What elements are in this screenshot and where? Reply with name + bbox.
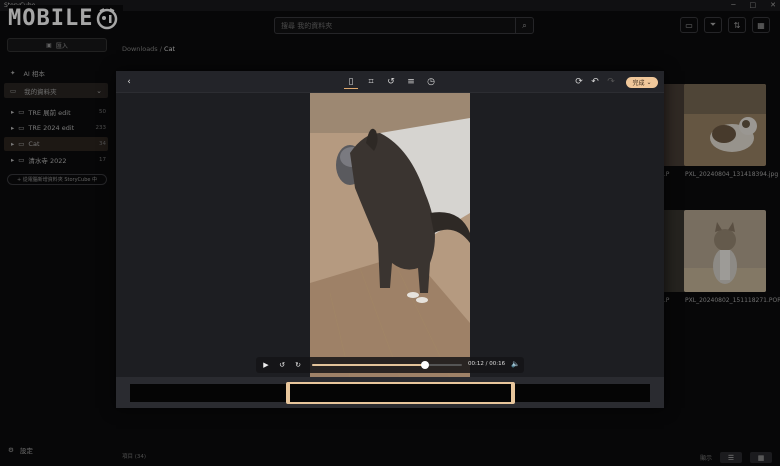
search-icon[interactable]: ⌕ xyxy=(515,18,533,33)
chevron-down-icon: ⌄ xyxy=(646,79,652,86)
chevron-right-icon[interactable]: ▸ xyxy=(11,140,14,148)
folder-item[interactable]: ▸ ▭ TRE 2024 edit 233 xyxy=(4,121,108,135)
sort-icon[interactable]: ⇅ xyxy=(728,17,746,33)
folder-icon: ▭ xyxy=(10,86,17,95)
breadcrumb-parent[interactable]: Downloads xyxy=(122,45,158,53)
rewind-10-icon[interactable]: ↺ xyxy=(276,359,288,371)
folder-item[interactable]: ▸ ▭ TRE 展前 edit 50 xyxy=(4,105,108,119)
grid-view-icon[interactable]: ▦ xyxy=(750,452,772,463)
back-chevron-icon[interactable]: ‹ xyxy=(122,75,136,89)
seek-slider[interactable] xyxy=(312,361,462,369)
forward-10-icon[interactable]: ↻ xyxy=(292,359,304,371)
undo-icon[interactable]: ↶ xyxy=(588,75,602,89)
add-folder-button[interactable]: + 從電腦新增資料夾 StoryCube 中 xyxy=(7,174,107,185)
frame-strip xyxy=(130,382,650,404)
video-preview xyxy=(310,93,470,377)
speed-icon[interactable]: ◷ xyxy=(424,75,438,89)
chevron-down-icon[interactable]: ⌄ xyxy=(96,87,102,95)
volume-icon[interactable]: 🔈 xyxy=(511,360,520,368)
filter-icon[interactable]: ⏷ xyxy=(704,17,722,33)
seek-progress xyxy=(312,364,425,366)
seek-handle[interactable] xyxy=(420,361,429,369)
search-input[interactable] xyxy=(275,21,515,30)
time-readout: 00:12 / 00:16 xyxy=(468,361,506,367)
rotate-icon[interactable]: ↺ xyxy=(384,75,398,89)
chevron-right-icon[interactable]: ▸ xyxy=(11,156,14,164)
trim-timeline xyxy=(116,377,664,408)
folder-icon: ▭ xyxy=(18,156,25,164)
chevron-right-icon[interactable]: ▸ xyxy=(11,124,14,132)
photo-thumbnail[interactable] xyxy=(684,210,766,292)
logo-text: MOBILE xyxy=(8,5,94,31)
folder-item-selected[interactable]: ▸ ▭ Cat 34 xyxy=(4,137,108,151)
breadcrumb: Downloads / Cat xyxy=(122,45,176,53)
slideshow-icon[interactable]: ▭ xyxy=(680,17,698,33)
chevron-right-icon[interactable]: ▸ xyxy=(11,108,14,116)
sidebar: ▣ 匯入 ✦ AI 相本 ▭ 我的資料夾 ⌄ ▸ ▭ TRE 展前 edit 5… xyxy=(0,34,112,466)
thumbnail-name: PXL_20240802_151118271.PORTRAIT.jpg xyxy=(685,297,780,304)
thumbnail-name: PXL_20240804_131418394.jpg xyxy=(685,171,779,178)
folder-icon: ▭ xyxy=(18,140,25,148)
nav-my-folders[interactable]: ▭ 我的資料夾 ⌄ xyxy=(4,83,108,98)
trim-selection[interactable] xyxy=(286,382,515,404)
crop-icon[interactable]: ⌗ xyxy=(364,75,378,89)
breadcrumb-current: Cat xyxy=(164,45,176,53)
adjust-icon[interactable]: ≡ xyxy=(404,75,418,89)
import-button[interactable]: ▣ 匯入 xyxy=(7,38,107,52)
playback-controls: ▶ ↺ ↻ 00:12 / 00:16 🔈 xyxy=(256,357,524,373)
minimize-button[interactable]: ─ xyxy=(731,1,735,9)
sparkle-icon: ✦ xyxy=(10,68,16,77)
editor-toolbar: ‹ ▯ ⌗ ↺ ≡ ◷ ⟳ ↶ ↷ 完成 ⌄ xyxy=(116,71,664,93)
folder-icon: ▭ xyxy=(18,108,25,116)
maximize-button[interactable]: □ xyxy=(750,1,757,9)
image-icon: ▣ xyxy=(46,41,52,49)
list-view-icon[interactable]: ☰ xyxy=(720,452,742,463)
brand-logo: MOBILE xyxy=(8,5,124,31)
search-bar[interactable]: ⌕ xyxy=(274,17,534,34)
gear-icon: ⚙ xyxy=(8,446,14,454)
app-window: StoryCube ─ □ ✕ MOBILE ⌕ ▭ ⏷ ⇅ ▦ ▣ 匯入 ✦ xyxy=(0,0,780,466)
video-editor-dialog: ‹ ▯ ⌗ ↺ ≡ ◷ ⟳ ↶ ↷ 完成 ⌄ ▶ ↺ ↻ 00:12 / 00:… xyxy=(116,71,664,408)
redo-icon[interactable]: ↷ xyxy=(604,75,618,89)
photo-thumbnail[interactable] xyxy=(684,84,766,166)
play-icon[interactable]: ▶ xyxy=(260,359,272,371)
settings-button[interactable]: ⚙ 設定 xyxy=(8,445,33,455)
view-label: 顯示 xyxy=(699,455,712,462)
owl-logo-icon xyxy=(97,8,118,30)
nav-ai-album[interactable]: ✦ AI 相本 xyxy=(4,65,108,80)
item-count: 項目 (34) xyxy=(122,454,147,460)
folder-icon: ▭ xyxy=(18,124,25,132)
trim-icon[interactable]: ▯ xyxy=(344,75,358,89)
reset-icon[interactable]: ⟳ xyxy=(572,75,586,89)
close-button[interactable]: ✕ xyxy=(770,1,776,9)
done-button[interactable]: 完成 ⌄ xyxy=(626,77,658,88)
grid-view-icon[interactable]: ▦ xyxy=(752,17,770,33)
folder-item[interactable]: ▸ ▭ 清水寺 2022 17 xyxy=(4,153,108,167)
